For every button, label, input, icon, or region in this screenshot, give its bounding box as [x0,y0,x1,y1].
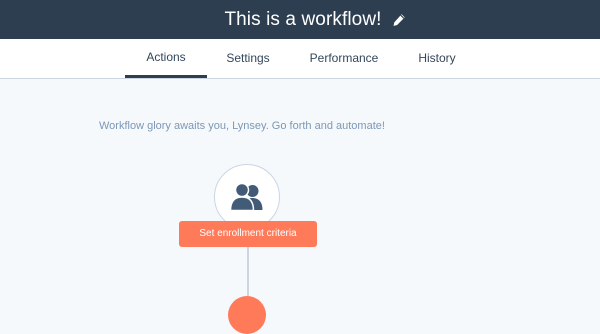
title-wrap: This is a workflow! [224,9,405,31]
pencil-icon[interactable] [392,13,406,27]
tab-settings[interactable]: Settings [222,39,274,78]
tab-actions[interactable]: Actions [125,39,207,78]
workflow-header: This is a workflow! [0,0,600,39]
add-action-node[interactable] [228,296,266,334]
set-enrollment-criteria-button[interactable]: Set enrollment criteria [179,221,317,247]
contacts-icon [229,182,263,212]
welcome-message: Workflow glory awaits you, Lynsey. Go fo… [99,120,385,132]
workflow-title[interactable]: This is a workflow! [224,9,381,31]
tab-bar: Actions Settings Performance History [0,39,600,79]
tab-performance[interactable]: Performance [303,39,385,78]
tab-history[interactable]: History [407,39,467,78]
